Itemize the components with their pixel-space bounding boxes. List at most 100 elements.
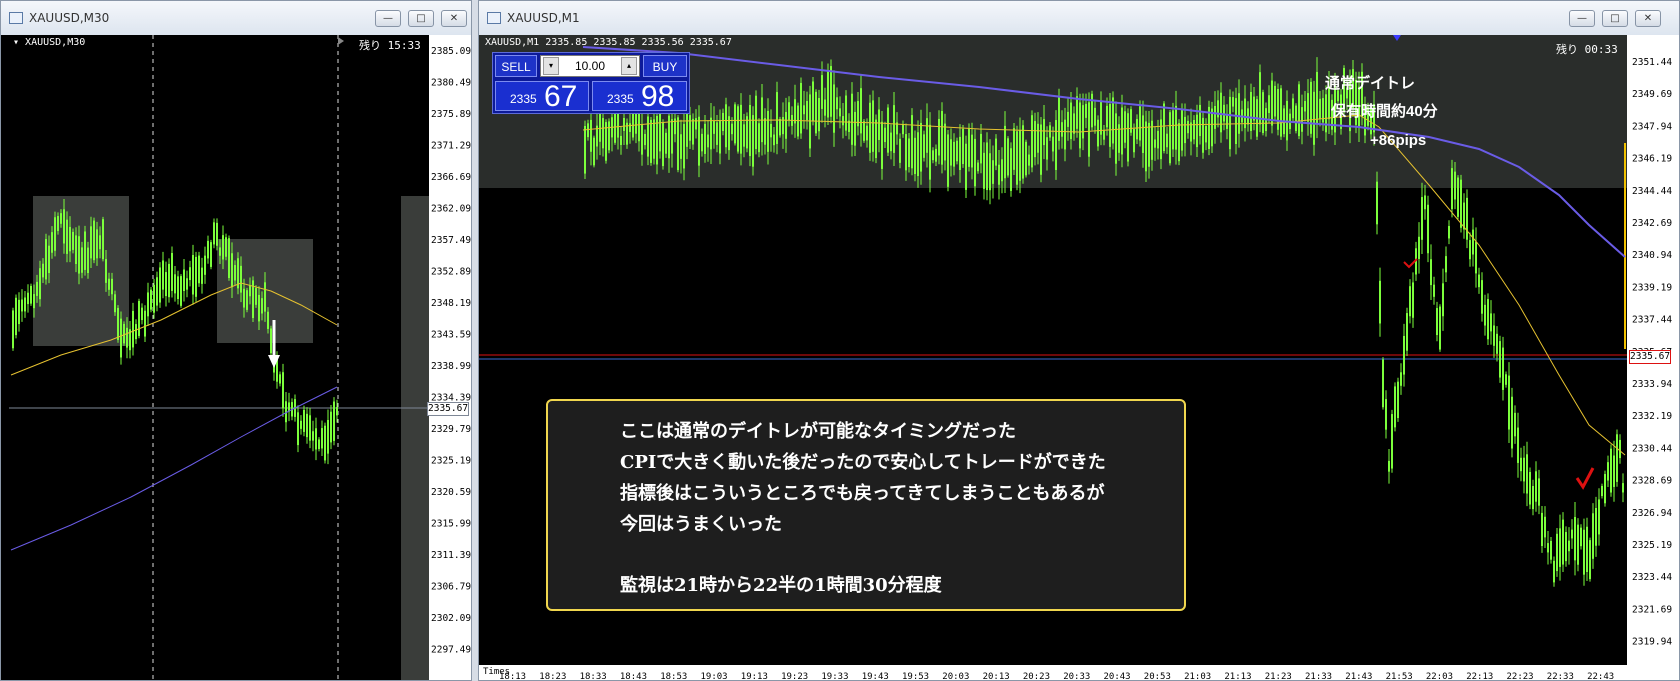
m1-candle-body — [758, 123, 760, 153]
buy-price-prefix: 2335 — [607, 92, 634, 106]
time-label: 19:53 — [902, 672, 929, 680]
m1-candle-body — [881, 121, 883, 169]
m1-candle-body — [1589, 540, 1591, 580]
time-label: 22:13 — [1466, 672, 1493, 680]
down-arrow-head-icon — [268, 355, 280, 368]
m30-candle-body — [135, 324, 137, 340]
m1-candle-body — [752, 115, 754, 167]
close-button[interactable]: ✕ — [441, 10, 467, 27]
minimize-button[interactable]: — — [1569, 10, 1595, 27]
m1-candle-body — [713, 121, 715, 134]
maximize-button[interactable]: □ — [1602, 10, 1628, 27]
m1-candle-body — [1316, 71, 1318, 124]
time-label: 21:53 — [1386, 672, 1413, 680]
m1-candle-body — [695, 118, 697, 130]
maximize-button[interactable]: □ — [408, 10, 434, 27]
m30-candle-body — [303, 409, 305, 432]
chart-area[interactable]: 2385.09 2380.49 2375.89 2371.29 2366.69 2362.… — [1, 35, 471, 680]
m30-candle-body — [168, 263, 170, 298]
m30-candle-body — [180, 276, 182, 306]
m1-candle-body — [1445, 256, 1447, 273]
time-label: 19:43 — [862, 672, 889, 680]
sell-price[interactable]: 2335 67 — [495, 80, 589, 113]
m30-candle-body — [156, 277, 158, 306]
commentary-line: 監視は21時から22半の1時間30分程度 — [620, 575, 942, 596]
m30-candle-body — [186, 278, 188, 290]
chart-window-m30[interactable]: XAUUSD,M30 — □ ✕ 2385.09 2380.49 2375.89 23… — [0, 0, 472, 681]
m1-candle-body — [1205, 125, 1207, 143]
sell-button[interactable]: SELL — [495, 55, 537, 77]
title-bar[interactable]: XAUUSD,M1 — □ ✕ — [479, 1, 1679, 36]
m30-candle-body — [243, 288, 245, 308]
m1-candle-body — [968, 127, 970, 167]
m1-candle-body — [1169, 112, 1171, 164]
time-label: 18:23 — [539, 672, 566, 680]
m1-candle-body — [944, 123, 946, 161]
m1-candle-body — [1391, 414, 1393, 469]
m1-candle-body — [698, 116, 700, 166]
m1-candle-body — [1127, 113, 1129, 162]
m1-candle-body — [749, 104, 751, 157]
annotation-holding: 保有時間約40分 — [1331, 103, 1438, 120]
m30-candle-body — [69, 226, 71, 252]
m30-candle-body — [147, 292, 149, 317]
time-label: 18:53 — [660, 672, 687, 680]
buy-button[interactable]: BUY — [643, 55, 687, 77]
m1-candle-body — [1001, 159, 1003, 182]
m1-candle-body — [1538, 478, 1540, 506]
time-label: 19:23 — [781, 672, 808, 680]
m1-candle-body — [947, 134, 949, 187]
buy-price[interactable]: 2335 98 — [592, 80, 687, 113]
m1-candle-body — [1376, 181, 1378, 225]
m1-candle-body — [1139, 106, 1141, 141]
m1-candle-body — [1508, 375, 1510, 430]
m1-candle-body — [770, 123, 772, 138]
m1-candle-body — [1493, 325, 1495, 346]
m1-candle-body — [887, 107, 889, 153]
m1-candle-body — [593, 137, 595, 166]
lot-increase-button[interactable]: ▴ — [621, 57, 637, 75]
m30-candle-body — [45, 239, 47, 280]
m1-candle-body — [1562, 519, 1564, 565]
lot-size-field[interactable]: ▾ 10.00 ▴ — [540, 55, 640, 77]
m1-candle-body — [620, 135, 622, 145]
m30-candle-body — [90, 226, 92, 259]
m1-candle-body — [1130, 109, 1132, 133]
m1-candle-body — [1454, 171, 1456, 200]
price-label: 2352.89 — [431, 267, 471, 278]
symbol-label[interactable]: ▾ XAUUSD,M30 — [13, 37, 85, 48]
m1-candle-body — [941, 111, 943, 165]
price-label: 2347.94 — [1632, 121, 1672, 132]
m1-candle-body — [1313, 91, 1315, 145]
price-label: 2351.44 — [1632, 57, 1672, 68]
m1-candle-body — [1079, 102, 1081, 149]
m1-candle-body — [1064, 119, 1066, 150]
one-click-trading-panel[interactable]: SELL ▾ 10.00 ▴ BUY 2335 67 2335 98 — [492, 52, 690, 114]
minimize-button[interactable]: — — [375, 10, 401, 27]
m1-candle-body — [1100, 101, 1102, 135]
m30-candle-body — [30, 285, 32, 304]
m1-candle-body — [1103, 130, 1105, 140]
m1-candle-body — [1478, 274, 1480, 288]
m1-candle-body — [950, 139, 952, 166]
m1-candle-body — [911, 115, 913, 169]
m30-candle-body — [258, 294, 260, 322]
time-label: 20:03 — [942, 672, 969, 680]
m30-candle-body — [57, 216, 59, 231]
m30-chart-canvas[interactable]: 2385.09 2380.49 2375.89 2371.29 2366.69 2362.… — [1, 35, 471, 680]
commentary-line: CPIで大きく動いた後だったので安心してトレードができた — [620, 452, 1106, 473]
m1-candle-body — [869, 102, 871, 153]
lot-decrease-button[interactable]: ▾ — [543, 57, 559, 75]
m30-candle-body — [159, 267, 161, 303]
time-label: 21:43 — [1345, 672, 1372, 680]
m1-candle-body — [602, 118, 604, 149]
commentary-line: 今回はうまくいった — [620, 514, 782, 535]
m30-candle-body — [228, 238, 230, 279]
m1-candle-body — [1070, 102, 1072, 140]
title-bar[interactable]: XAUUSD,M30 — □ ✕ — [1, 1, 471, 36]
close-button[interactable]: ✕ — [1635, 10, 1661, 27]
m30-candle-body — [18, 299, 20, 325]
price-label: 2302.09 — [431, 613, 471, 624]
m1-candle-body — [989, 153, 991, 191]
m1-candle-body — [1262, 92, 1264, 134]
